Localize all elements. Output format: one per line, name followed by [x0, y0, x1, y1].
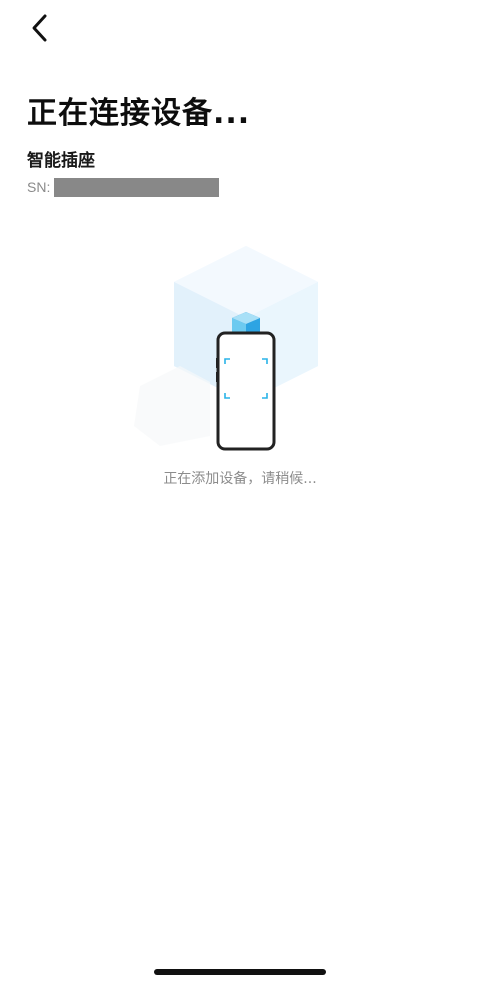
- serial-number-redacted: [54, 177, 220, 197]
- back-button[interactable]: [22, 10, 58, 46]
- connecting-status-text: 正在添加设备，请稍候...: [163, 471, 317, 487]
- connecting-illustration: [120, 236, 360, 462]
- home-indicator[interactable]: [154, 969, 326, 975]
- serial-number-label: SN:: [27, 179, 51, 195]
- serial-number-row: SN:: [27, 177, 220, 197]
- chevron-left-icon: [32, 14, 47, 42]
- device-name: 智能插座: [27, 151, 95, 171]
- page-title: 正在连接设备...: [27, 96, 251, 131]
- phone-icon: [216, 331, 276, 451]
